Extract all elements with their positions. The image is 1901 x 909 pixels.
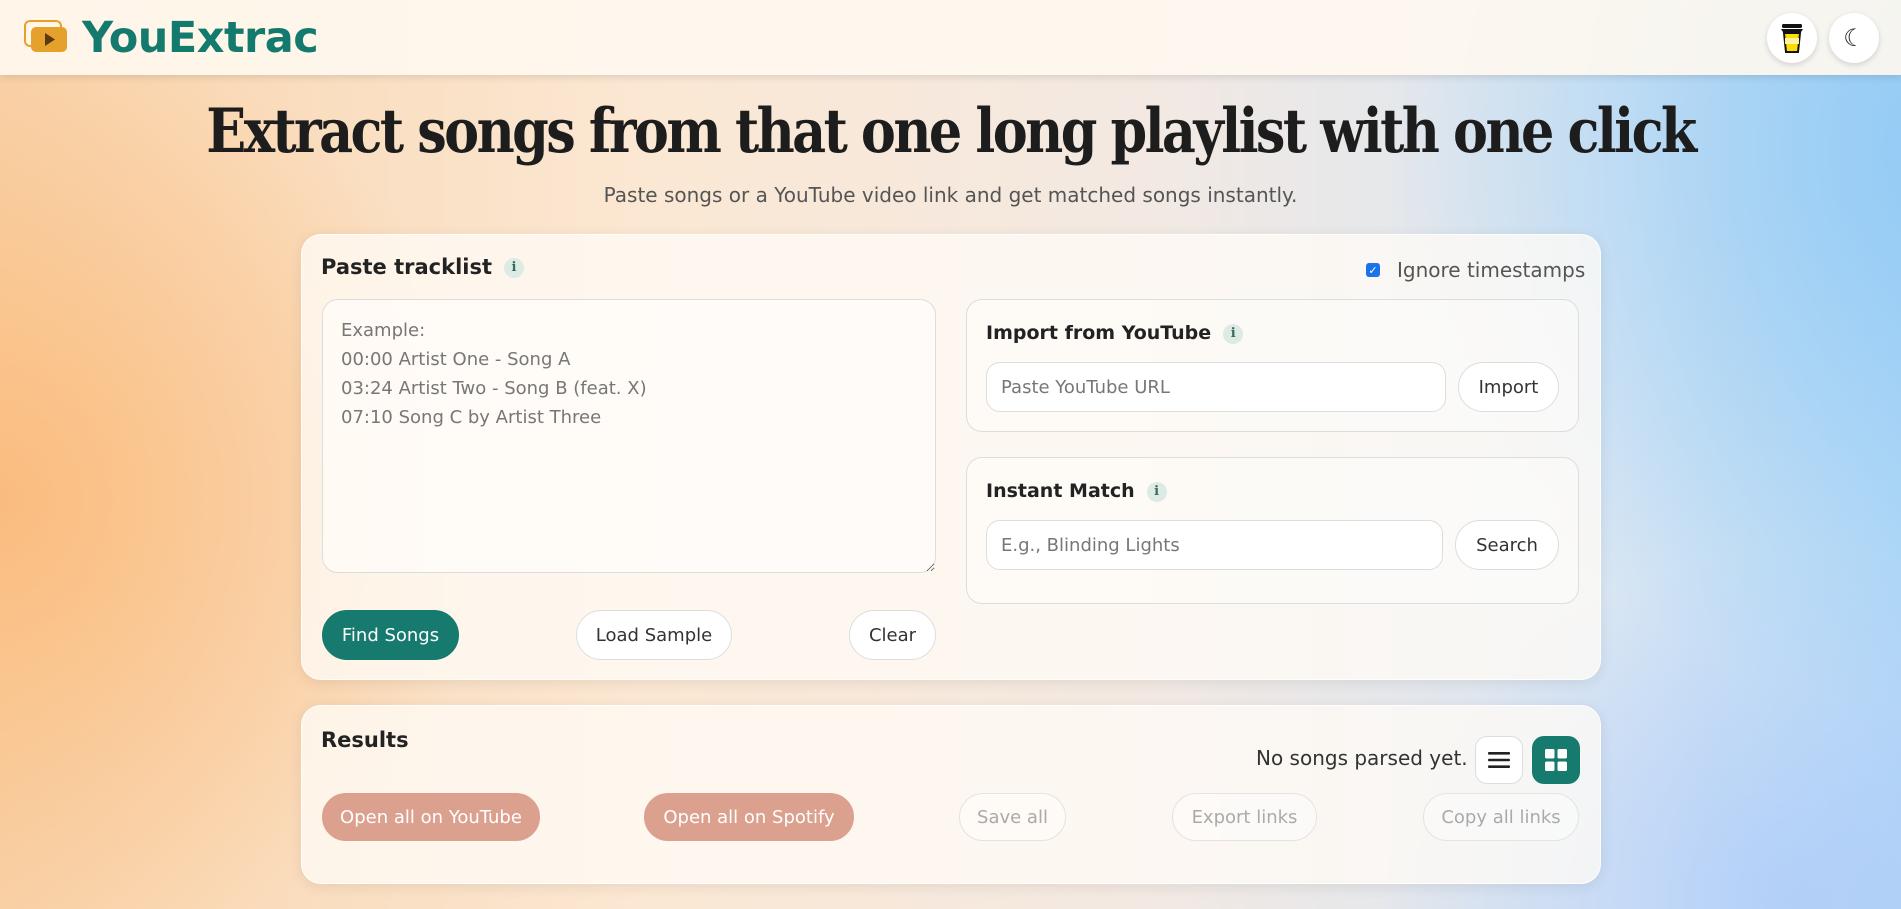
checkmark-icon: ✓ — [1368, 263, 1378, 277]
youtube-import-title-text: Import from YouTube — [986, 322, 1212, 344]
find-songs-button[interactable]: Find Songs — [322, 610, 459, 660]
grid-icon — [1545, 749, 1567, 771]
buy-me-coffee-button[interactable] — [1767, 13, 1817, 63]
results-title: Results — [321, 728, 409, 752]
brand-name[interactable]: YouExtrac — [82, 13, 319, 63]
export-links-button[interactable]: Export links — [1172, 793, 1317, 841]
hero-title: Extract songs from that one long playlis… — [206, 96, 1697, 167]
info-icon[interactable]: i — [504, 258, 525, 278]
youtube-url-input[interactable] — [986, 362, 1446, 412]
results-status: No songs parsed yet. — [1256, 746, 1468, 770]
coffee-cup-icon — [1781, 24, 1803, 53]
moon-icon: ☾ — [1843, 24, 1865, 52]
open-all-spotify-button[interactable]: Open all on Spotify — [644, 793, 854, 841]
instant-match-title: Instant Match i — [986, 480, 1167, 502]
list-view-button[interactable] — [1475, 736, 1523, 784]
instant-match-title-text: Instant Match — [986, 480, 1135, 502]
info-icon[interactable]: i — [1146, 481, 1167, 502]
tracklist-title: Paste tracklist i — [321, 255, 525, 279]
hero-subtitle: Paste songs or a YouTube video link and … — [603, 183, 1298, 207]
youtube-import-title: Import from YouTube i — [986, 322, 1244, 344]
tracklist-title-text: Paste tracklist — [321, 255, 493, 279]
info-icon[interactable]: i — [1223, 323, 1244, 344]
grid-view-button[interactable] — [1532, 736, 1580, 784]
search-button[interactable]: Search — [1455, 520, 1559, 570]
import-button[interactable]: Import — [1458, 362, 1559, 412]
instant-match-panel: Instant Match i Search — [966, 457, 1579, 604]
ignore-timestamps-label: Ignore timestamps — [1397, 258, 1586, 282]
clear-button[interactable]: Clear — [849, 610, 936, 660]
save-all-button[interactable]: Save all — [959, 793, 1066, 841]
ignore-timestamps-checkbox[interactable]: ✓ — [1366, 263, 1380, 277]
theme-toggle-button[interactable]: ☾ — [1829, 13, 1879, 63]
youtube-logo-icon[interactable] — [24, 20, 68, 54]
instant-match-input[interactable] — [986, 520, 1443, 570]
tracklist-textarea[interactable] — [322, 299, 936, 573]
list-icon — [1488, 752, 1510, 768]
open-all-youtube-button[interactable]: Open all on YouTube — [322, 793, 540, 841]
top-bar: YouExtrac ☾ — [0, 0, 1901, 75]
ignore-timestamps-toggle[interactable]: ✓ Ignore timestamps — [1366, 258, 1585, 282]
copy-all-links-button[interactable]: Copy all links — [1423, 793, 1579, 841]
youtube-import-panel: Import from YouTube i Import — [966, 299, 1579, 432]
load-sample-button[interactable]: Load Sample — [576, 610, 732, 660]
